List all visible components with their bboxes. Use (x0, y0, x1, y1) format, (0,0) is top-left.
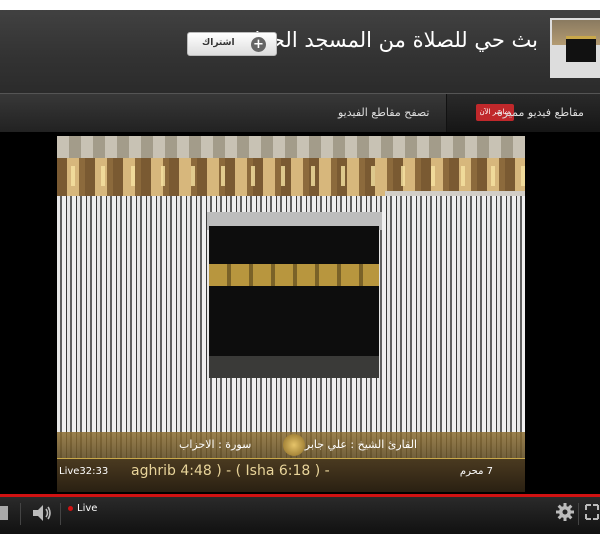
subscribe-label: اشتراك (202, 38, 235, 48)
live-time-text: Live32:33 (59, 466, 109, 477)
divider (60, 503, 61, 525)
stop-icon[interactable] (0, 506, 8, 520)
gear-icon[interactable] (555, 502, 575, 522)
top-strip (0, 0, 600, 10)
reciter-text: القارئ الشيخ : علي جابر (304, 438, 417, 451)
kaaba-thumbnail-icon (566, 36, 596, 62)
live-dot-icon (68, 506, 73, 511)
channel-thumbnail[interactable] (550, 18, 600, 78)
live-indicator: Live (68, 503, 97, 514)
divider (578, 503, 579, 525)
channel-nav: مباشر الآن مقاطع فيديو مميزة (0, 93, 600, 133)
kiswa-band (209, 264, 379, 286)
prayer-times-text: aghrib 4:48 ) - ( Isha 6:18 ) - (131, 463, 330, 479)
fullscreen-icon[interactable] (584, 503, 600, 521)
channel-header: بث حي للصلاة من المسجد الحرام + اشتراك (0, 0, 600, 93)
channel-title[interactable]: بث حي للصلاة من المسجد الحرام (241, 28, 538, 52)
player-controls: Live (0, 497, 600, 534)
video-player[interactable]: القارئ الشيخ : علي جابر سورة : الاحزاب L… (57, 136, 525, 492)
tab-featured-label: مقاطع فيديو مميزة (497, 106, 584, 119)
plus-icon: + (251, 37, 266, 52)
live-label: Live (77, 503, 98, 514)
tab-browse-videos[interactable]: تصفح مقاطع الفيديو (338, 106, 430, 119)
tab-featured-videos[interactable]: مباشر الآن مقاطع فيديو مميزة (446, 94, 600, 133)
emblem-icon (283, 434, 305, 456)
subscribe-button[interactable]: + اشتراك (187, 32, 277, 56)
volume-icon[interactable] (31, 502, 55, 524)
kaaba (209, 226, 379, 378)
divider (20, 503, 21, 525)
hijri-date-text: 7 محرم (459, 466, 493, 477)
surah-text: سورة : الاحزاب (179, 438, 252, 451)
